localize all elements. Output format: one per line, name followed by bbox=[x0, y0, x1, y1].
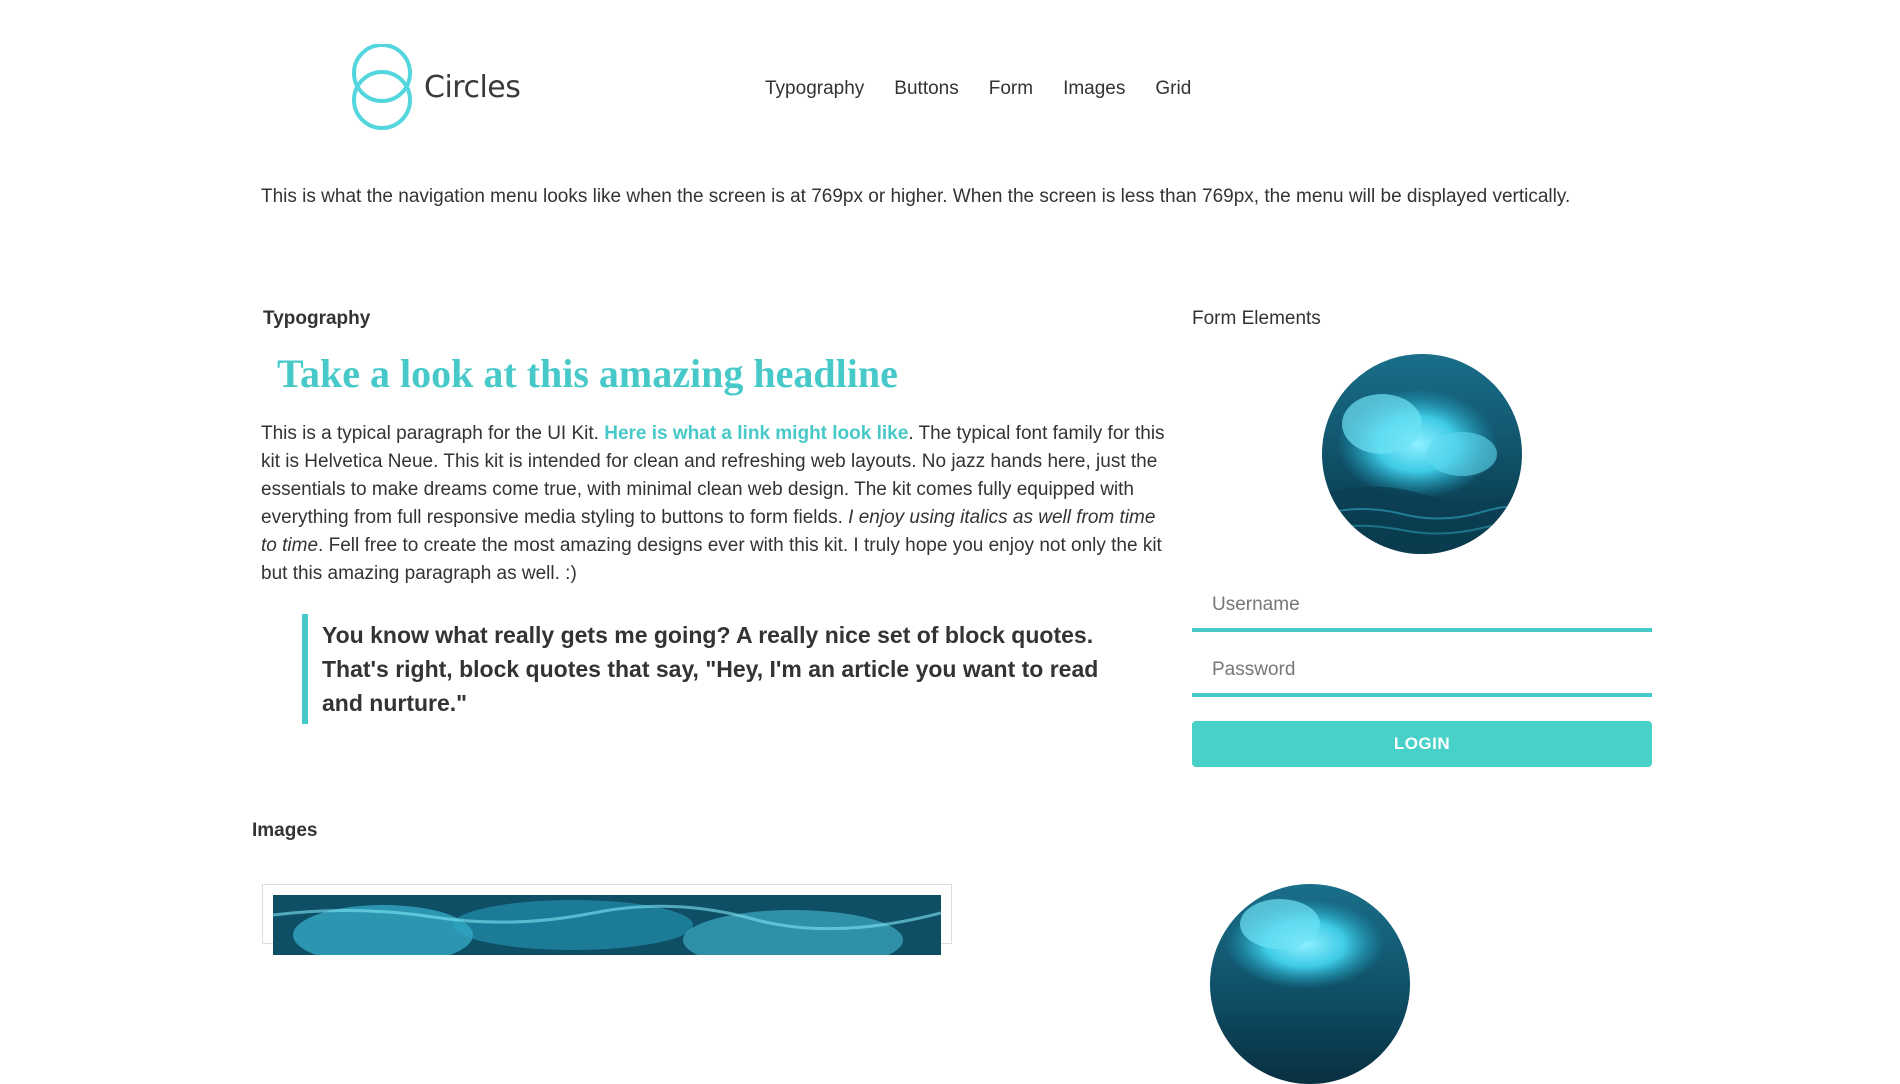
circles-logo-icon bbox=[352, 44, 412, 130]
headline: Take a look at this amazing headline bbox=[277, 351, 898, 396]
paragraph-text: This is a typical paragraph for the UI K… bbox=[261, 423, 605, 444]
brand-logo[interactable]: Circles bbox=[350, 44, 540, 130]
ocean-wave-image bbox=[1322, 354, 1522, 554]
typography-section-title: Typography bbox=[263, 308, 371, 329]
paragraph-text: . Fell free to create the most amazing d… bbox=[261, 535, 1162, 584]
typography-paragraph: This is a typical paragraph for the UI K… bbox=[261, 420, 1176, 588]
main-nav: Typography Buttons Form Images Grid bbox=[765, 78, 1191, 100]
username-field[interactable] bbox=[1192, 582, 1652, 632]
form-section-title: Form Elements bbox=[1192, 308, 1321, 329]
ocean-wave-image bbox=[1210, 884, 1410, 1084]
nav-item-typography[interactable]: Typography bbox=[765, 78, 864, 100]
nav-item-buttons[interactable]: Buttons bbox=[894, 78, 958, 100]
login-button[interactable]: LOGIN bbox=[1192, 721, 1652, 767]
nav-item-form[interactable]: Form bbox=[989, 78, 1033, 100]
images-section-title: Images bbox=[252, 820, 318, 841]
intro-text: This is what the navigation menu looks l… bbox=[261, 186, 1571, 207]
block-quote: You know what really gets me going? A re… bbox=[302, 614, 1122, 724]
password-field[interactable] bbox=[1192, 647, 1652, 697]
nav-item-images[interactable]: Images bbox=[1063, 78, 1125, 100]
ocean-wave-image bbox=[273, 895, 941, 955]
nav-item-grid[interactable]: Grid bbox=[1155, 78, 1191, 100]
image-frame bbox=[262, 884, 952, 955]
brand-name: Circles bbox=[424, 69, 521, 105]
paragraph-link[interactable]: Here is what a link might look like bbox=[604, 423, 908, 444]
